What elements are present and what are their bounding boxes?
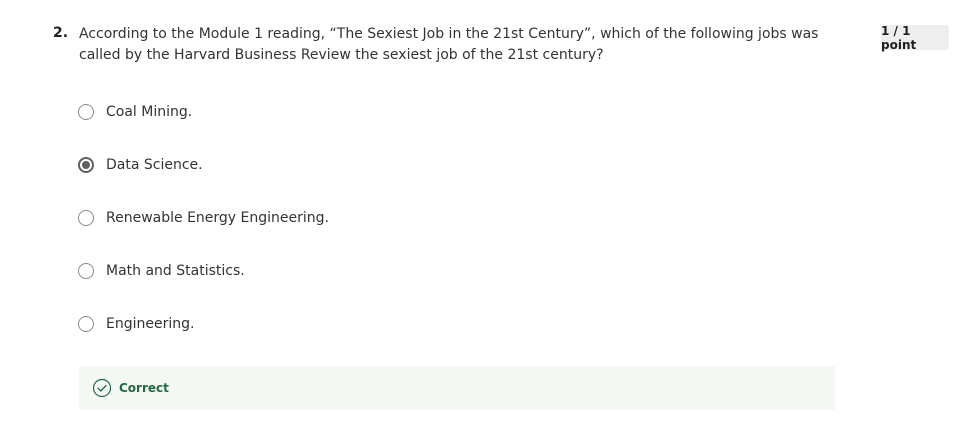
radio-dot [82, 161, 90, 169]
option-label: Math and Statistics. [106, 263, 245, 279]
option-label: Engineering. [106, 316, 195, 332]
option-renewable-energy-engineering[interactable]: Renewable Energy Engineering. [78, 207, 329, 229]
radio-button[interactable] [78, 104, 94, 120]
radio-button[interactable] [78, 316, 94, 332]
option-engineering[interactable]: Engineering. [78, 313, 194, 335]
radio-button[interactable] [78, 263, 94, 279]
quiz-question: 2. According to the Module 1 reading, “T… [0, 0, 975, 423]
option-label: Renewable Energy Engineering. [106, 210, 329, 226]
score-badge: 1 / 1 point [881, 24, 949, 52]
question-number: 2. [53, 25, 69, 41]
question-text: According to the Module 1 reading, “The … [79, 26, 819, 63]
option-coal-mining[interactable]: Coal Mining. [78, 101, 192, 123]
option-label: Data Science. [106, 157, 203, 173]
check-circle-icon [92, 378, 112, 398]
option-math-and-statistics[interactable]: Math and Statistics. [78, 260, 245, 282]
feedback-panel: Correct [79, 366, 835, 410]
option-data-science[interactable]: Data Science. [78, 154, 203, 176]
radio-button[interactable] [78, 210, 94, 226]
feedback-status: Correct [119, 381, 169, 395]
radio-button-selected[interactable] [78, 157, 94, 173]
option-label: Coal Mining. [106, 104, 193, 120]
